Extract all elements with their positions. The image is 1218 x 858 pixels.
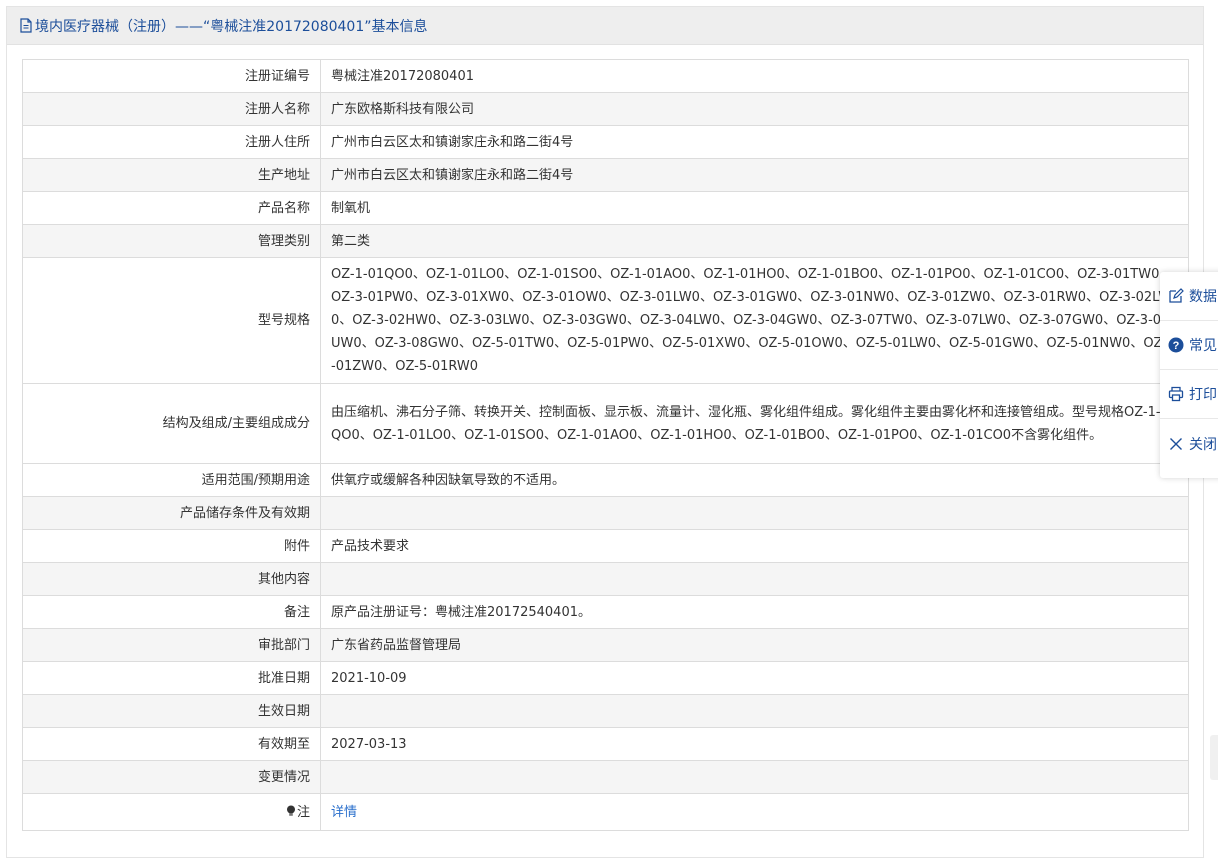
- row-label: 结构及组成/主要组成成分: [22, 383, 321, 464]
- question-icon: ?: [1168, 337, 1184, 353]
- document-icon: [20, 18, 32, 33]
- row-value: 广东欧格斯科技有限公司: [320, 92, 1189, 126]
- table-row: 注册人名称 广东欧格斯科技有限公司: [22, 92, 1189, 126]
- row-label: 产品名称: [22, 191, 321, 225]
- table-row: 注册人住所 广州市白云区太和镇谢家庄永和路二街4号: [22, 125, 1189, 159]
- table-row: 适用范围/预期用途 供氧疗或缓解各种因缺氧导致的不适用。: [22, 463, 1189, 497]
- row-label: 型号规格: [22, 257, 321, 384]
- row-value: 原产品注册证号：粤械注准20172540401。: [320, 595, 1189, 629]
- page-title: 境内医疗器械（注册）——“粤械注准20172080401”基本信息: [35, 18, 428, 35]
- table-row: 注册证编号 粤械注准20172080401: [22, 59, 1189, 93]
- table-row: 产品名称 制氧机: [22, 191, 1189, 225]
- float-item-print[interactable]: 打印: [1160, 370, 1218, 419]
- table-row: 备注 原产品注册证号：粤械注准20172540401。: [22, 595, 1189, 629]
- row-value: 广州市白云区太和镇谢家庄永和路二街4号: [320, 125, 1189, 159]
- row-value: 供氧疗或缓解各种因缺氧导致的不适用。: [320, 463, 1189, 497]
- table-row: 管理类别 第二类: [22, 224, 1189, 258]
- row-value: 产品技术要求: [320, 529, 1189, 563]
- row-label: 审批部门: [22, 628, 321, 662]
- printer-icon: [1168, 386, 1184, 402]
- row-value: 由压缩机、沸石分子筛、转换开关、控制面板、显示板、流量计、湿化瓶、雾化组件组成。…: [320, 383, 1189, 464]
- float-item-faq[interactable]: ? 常见: [1160, 321, 1218, 370]
- row-value: 2021-10-09: [320, 661, 1189, 695]
- row-label: 注册人住所: [22, 125, 321, 159]
- row-label: 批准日期: [22, 661, 321, 695]
- table-row: 生产地址 广州市白云区太和镇谢家庄永和路二街4号: [22, 158, 1189, 192]
- row-label: 注册人名称: [22, 92, 321, 126]
- row-value: 2027-03-13: [320, 727, 1189, 761]
- row-label: 注册证编号: [22, 59, 321, 93]
- row-value: [320, 694, 1189, 728]
- table-row: 批准日期 2021-10-09: [22, 661, 1189, 695]
- table-row: 生效日期: [22, 694, 1189, 728]
- table-row: 其他内容: [22, 562, 1189, 596]
- float-item-label: 打印: [1189, 387, 1217, 403]
- float-item-close[interactable]: 关闭: [1160, 419, 1218, 468]
- row-value: 制氧机: [320, 191, 1189, 225]
- row-label: 备注: [22, 595, 321, 629]
- row-value: OZ-1-01QO0、OZ-1-01LO0、OZ-1-01SO0、OZ-1-01…: [320, 257, 1189, 384]
- row-label: 变更情况: [22, 760, 321, 794]
- table-row: 附件 产品技术要求: [22, 529, 1189, 563]
- table-row: 型号规格 OZ-1-01QO0、OZ-1-01LO0、OZ-1-01SO0、OZ…: [22, 257, 1189, 384]
- table-row: 审批部门 广东省药品监督管理局: [22, 628, 1189, 662]
- row-value: 详情: [320, 793, 1189, 831]
- note-label: 注: [22, 793, 321, 831]
- row-value: 广州市白云区太和镇谢家庄永和路二街4号: [320, 158, 1189, 192]
- row-label: 管理类别: [22, 224, 321, 258]
- row-label: 产品储存条件及有效期: [22, 496, 321, 530]
- row-value: [320, 562, 1189, 596]
- svg-text:?: ?: [1173, 340, 1180, 352]
- float-item-label: 关闭: [1189, 436, 1217, 453]
- table-row: 产品储存条件及有效期: [22, 496, 1189, 530]
- row-value: [320, 496, 1189, 530]
- table-row: 结构及组成/主要组成成分 由压缩机、沸石分子筛、转换开关、控制面板、显示板、流量…: [22, 383, 1189, 464]
- panel-header: 境内医疗器械（注册）——“粤械注准20172080401”基本信息: [7, 7, 1203, 45]
- row-label: 注: [296, 804, 310, 820]
- row-label: 附件: [22, 529, 321, 563]
- float-item-data[interactable]: 数据: [1160, 272, 1218, 321]
- row-value: 第二类: [320, 224, 1189, 258]
- row-label: 有效期至: [22, 727, 321, 761]
- row-value: 粤械注准20172080401: [320, 59, 1189, 93]
- table-row: 注 详情: [22, 793, 1189, 831]
- table-row: 变更情况: [22, 760, 1189, 794]
- floating-menu: 数据 ? 常见 打印 关闭: [1160, 272, 1218, 478]
- row-label: 其他内容: [22, 562, 321, 596]
- info-table: 注册证编号 粤械注准20172080401 注册人名称 广东欧格斯科技有限公司 …: [22, 59, 1189, 831]
- row-label: 生产地址: [22, 158, 321, 192]
- row-value: [320, 760, 1189, 794]
- edit-icon: [1169, 288, 1184, 303]
- lightbulb-icon: [286, 805, 295, 816]
- close-icon: [1170, 437, 1182, 450]
- float-item-label: 数据: [1189, 289, 1217, 305]
- row-label: 适用范围/预期用途: [22, 463, 321, 497]
- float-item-label: 常见: [1189, 338, 1217, 354]
- details-link[interactable]: 详情: [331, 805, 357, 820]
- side-tab[interactable]: [1210, 735, 1218, 780]
- detail-panel: 境内医疗器械（注册）——“粤械注准20172080401”基本信息 注册证编号 …: [6, 6, 1204, 858]
- table-row: 有效期至 2027-03-13: [22, 727, 1189, 761]
- row-value: 广东省药品监督管理局: [320, 628, 1189, 662]
- row-label: 生效日期: [22, 694, 321, 728]
